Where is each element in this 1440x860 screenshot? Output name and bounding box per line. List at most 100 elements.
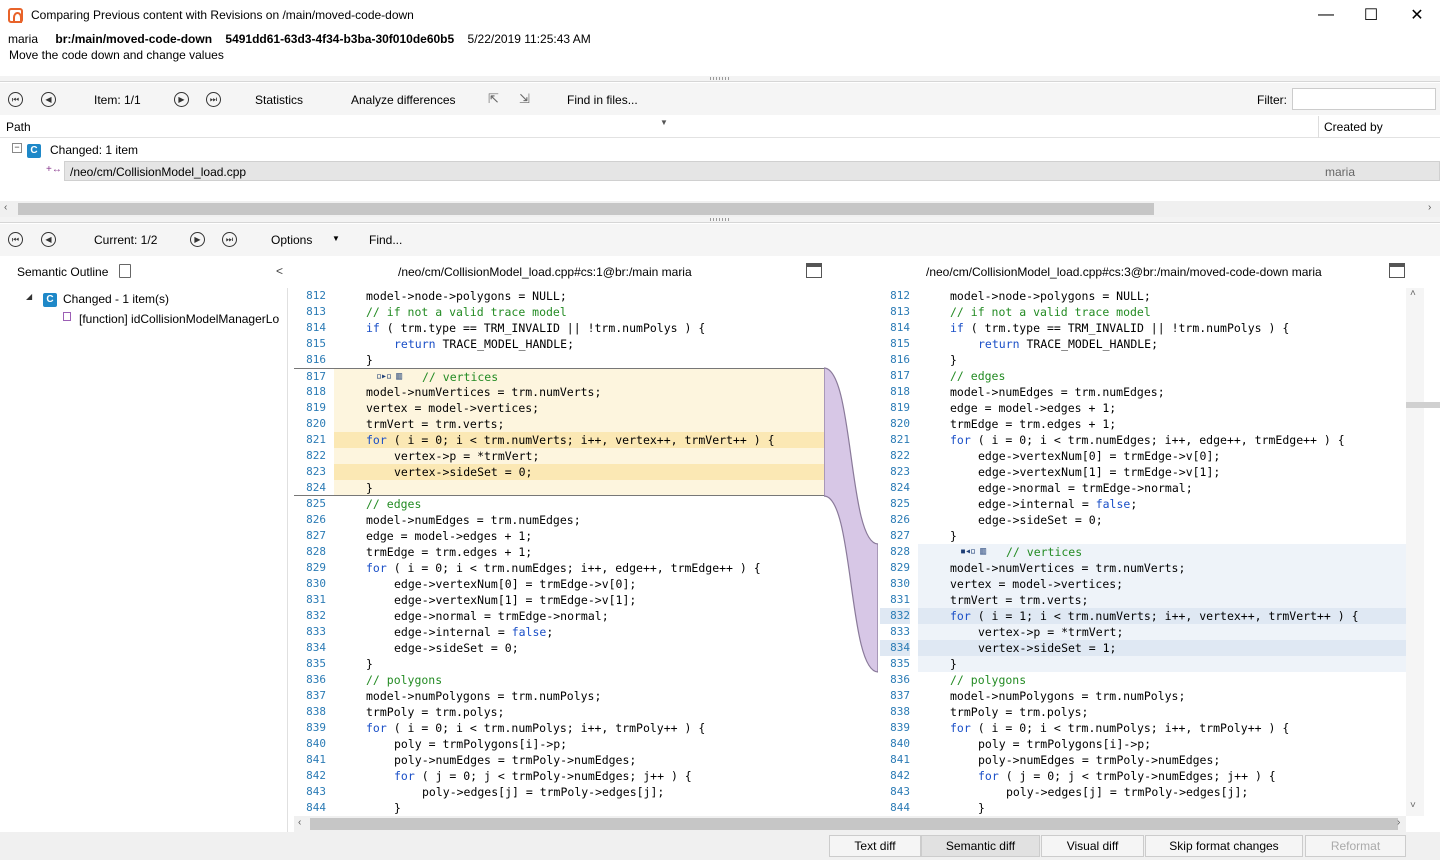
left-code-editor[interactable]: 812 model->node->polygons = NULL; 813 // if… xyxy=(294,288,824,816)
moved-from-icon[interactable]: ▫▸▫ ▥ xyxy=(376,369,402,385)
open-left-icon[interactable]: ⇱ xyxy=(488,91,499,107)
visual-diff-button[interactable]: Visual diff xyxy=(1041,835,1144,857)
find-button[interactable]: Find... xyxy=(369,233,402,247)
code-line: 818 model->numVertices = trm.numVerts; xyxy=(294,384,824,400)
changeset-header: maria br:/main/moved-code-down 5491dd61-… xyxy=(8,32,591,46)
changeset-user: maria xyxy=(8,32,39,46)
right-code-editor[interactable]: 812 model->node->polygons = NULL; 813 // if… xyxy=(878,288,1406,816)
line-number: 820 xyxy=(306,417,326,430)
changeset-date: 5/22/2019 11:25:43 AM xyxy=(467,32,591,46)
splitter-middle[interactable] xyxy=(0,217,1440,223)
code-horizontal-scrollbar[interactable]: ‹ › xyxy=(294,816,1406,832)
code-text: edge->normal = trmEdge->normal; xyxy=(394,609,609,623)
code-line: 822 edge->vertexNum[0] = trmEdge->v[0]; xyxy=(878,448,1406,464)
changed-group-label: Changed: 1 item xyxy=(50,143,139,157)
code-scroll-left-icon[interactable]: ‹ xyxy=(298,817,301,828)
list-horizontal-scrollbar[interactable]: ‹ › xyxy=(0,201,1440,217)
code-text: trmEdge = trm.edges + 1; xyxy=(366,545,533,559)
line-number: 836 xyxy=(890,673,910,686)
scroll-up-icon[interactable]: ˄ xyxy=(1410,288,1416,299)
options-dropdown[interactable]: Options xyxy=(271,233,312,247)
outline-function-label[interactable]: [function] idCollisionModelManagerLo xyxy=(79,312,287,326)
code-line: 826 edge->sideSet = 0; xyxy=(878,512,1406,528)
code-comment: // if not a valid trace model xyxy=(950,305,1151,319)
minimize-button[interactable]: — xyxy=(1303,0,1349,30)
line-number: 823 xyxy=(306,465,326,478)
tree-expand-icon[interactable]: ◢ xyxy=(26,292,32,301)
line-number: 829 xyxy=(890,561,910,574)
code-comment: // polygons xyxy=(950,673,1027,687)
item-counter: Item: 1/1 xyxy=(94,93,141,107)
first-item-icon[interactable]: ⏮ xyxy=(8,92,23,107)
close-button[interactable]: ✕ xyxy=(1394,0,1440,30)
code-comment: // vertices ▪◂▫ ▥ xyxy=(960,545,1083,559)
scroll-left-icon[interactable]: ‹ xyxy=(4,202,7,213)
analyze-differences-button[interactable]: Analyze differences xyxy=(351,93,456,107)
maximize-button[interactable]: ☐ xyxy=(1348,0,1394,30)
code-line: 830 vertex = model->vertices; xyxy=(878,576,1406,592)
skip-format-changes-button[interactable]: Skip format changes xyxy=(1145,835,1303,857)
code-line: 829 model->numVertices = trm.numVerts; xyxy=(878,560,1406,576)
splitter-top[interactable] xyxy=(0,76,1440,82)
semantic-diff-button[interactable]: Semantic diff xyxy=(921,835,1040,857)
code-line: 823 edge->vertexNum[1] = trmEdge->v[1]; xyxy=(878,464,1406,480)
collapse-outline-button[interactable]: < xyxy=(276,264,283,278)
options-chevron-down-icon[interactable]: ▼ xyxy=(332,234,340,243)
code-text: } xyxy=(366,353,373,367)
line-number: 819 xyxy=(306,401,326,414)
semantic-outline-title: Semantic Outline xyxy=(17,265,109,279)
outline-changed-badge-icon: C xyxy=(43,293,57,307)
code-text: edge->sideSet = 0; xyxy=(978,513,1103,527)
line-number: 839 xyxy=(890,721,910,734)
find-in-files-button[interactable]: Find in files... xyxy=(567,93,638,107)
scroll-right-icon[interactable]: › xyxy=(1428,202,1431,213)
code-scroll-right-icon[interactable]: › xyxy=(1397,817,1400,828)
line-number: 812 xyxy=(306,289,326,302)
scroll-down-icon[interactable]: ˅ xyxy=(1410,800,1416,811)
last-diff-icon[interactable]: ⏭ xyxy=(222,232,237,247)
code-text: for ( j = 0; j < trmPoly->numEdges; j++ … xyxy=(978,769,1276,783)
line-number: 821 xyxy=(890,433,910,446)
list-scroll-thumb[interactable] xyxy=(18,203,1154,215)
prev-item-icon[interactable]: ◀ xyxy=(41,92,56,107)
code-comment: // edges xyxy=(366,497,422,511)
first-diff-icon[interactable]: ⏮ xyxy=(8,232,23,247)
line-number: 842 xyxy=(306,769,326,782)
next-diff-icon[interactable]: ▶ xyxy=(190,232,205,247)
code-text: for ( i = 0; i < trm.numPolys; i++, trmP… xyxy=(366,721,706,735)
code-text: return TRACE_MODEL_HANDLE; xyxy=(394,337,575,351)
line-number: 824 xyxy=(306,481,326,494)
moved-to-icon[interactable]: ▪◂▫ ▥ xyxy=(960,544,986,560)
column-created-by[interactable]: Created by xyxy=(1324,120,1383,134)
collapse-group-icon[interactable]: − xyxy=(12,143,22,153)
code-text: poly = trmPolygons[i]->p; xyxy=(978,737,1152,751)
function-icon xyxy=(63,312,71,321)
code-line: 815 return TRACE_MODEL_HANDLE; xyxy=(878,336,1406,352)
right-panel-maximize-icon[interactable] xyxy=(1389,263,1405,278)
code-scroll-thumb[interactable] xyxy=(310,818,1398,830)
code-line: 832 for ( i = 1; i < trm.numVerts; i++, v… xyxy=(878,608,1406,624)
text-diff-button[interactable]: Text diff xyxy=(829,835,921,857)
code-text: edge->vertexNum[1] = trmEdge->v[1]; xyxy=(978,465,1221,479)
clipboard-icon[interactable] xyxy=(119,264,131,278)
changed-item-row[interactable]: /neo/cm/CollisionModel_load.cpp maria xyxy=(64,161,1440,181)
last-item-icon[interactable]: ⏭ xyxy=(206,92,221,107)
line-number: 842 xyxy=(890,769,910,782)
line-number: 837 xyxy=(306,689,326,702)
statistics-button[interactable]: Statistics xyxy=(255,93,303,107)
line-number: 815 xyxy=(306,337,326,350)
outline-root-label[interactable]: Changed - 1 item(s) xyxy=(63,292,169,306)
items-toolbar: ⏮ ◀ Item: 1/1 ▶ ⏭ Statistics Analyze dif… xyxy=(0,83,1440,115)
column-path[interactable]: Path xyxy=(6,120,31,134)
code-vertical-scrollbar[interactable]: ˄ ˅ xyxy=(1406,288,1440,816)
next-item-icon[interactable]: ▶ xyxy=(174,92,189,107)
filter-input[interactable] xyxy=(1292,88,1436,110)
line-number: 828 xyxy=(306,545,326,558)
open-right-icon[interactable]: ⇲ xyxy=(519,91,530,107)
line-number: 825 xyxy=(890,497,910,510)
prev-diff-icon[interactable]: ◀ xyxy=(41,232,56,247)
reformat-button[interactable]: Reformat xyxy=(1305,835,1406,857)
left-panel-maximize-icon[interactable] xyxy=(806,263,822,278)
code-line: 823 vertex->sideSet = 0; xyxy=(294,464,824,480)
code-text: } xyxy=(950,353,957,367)
